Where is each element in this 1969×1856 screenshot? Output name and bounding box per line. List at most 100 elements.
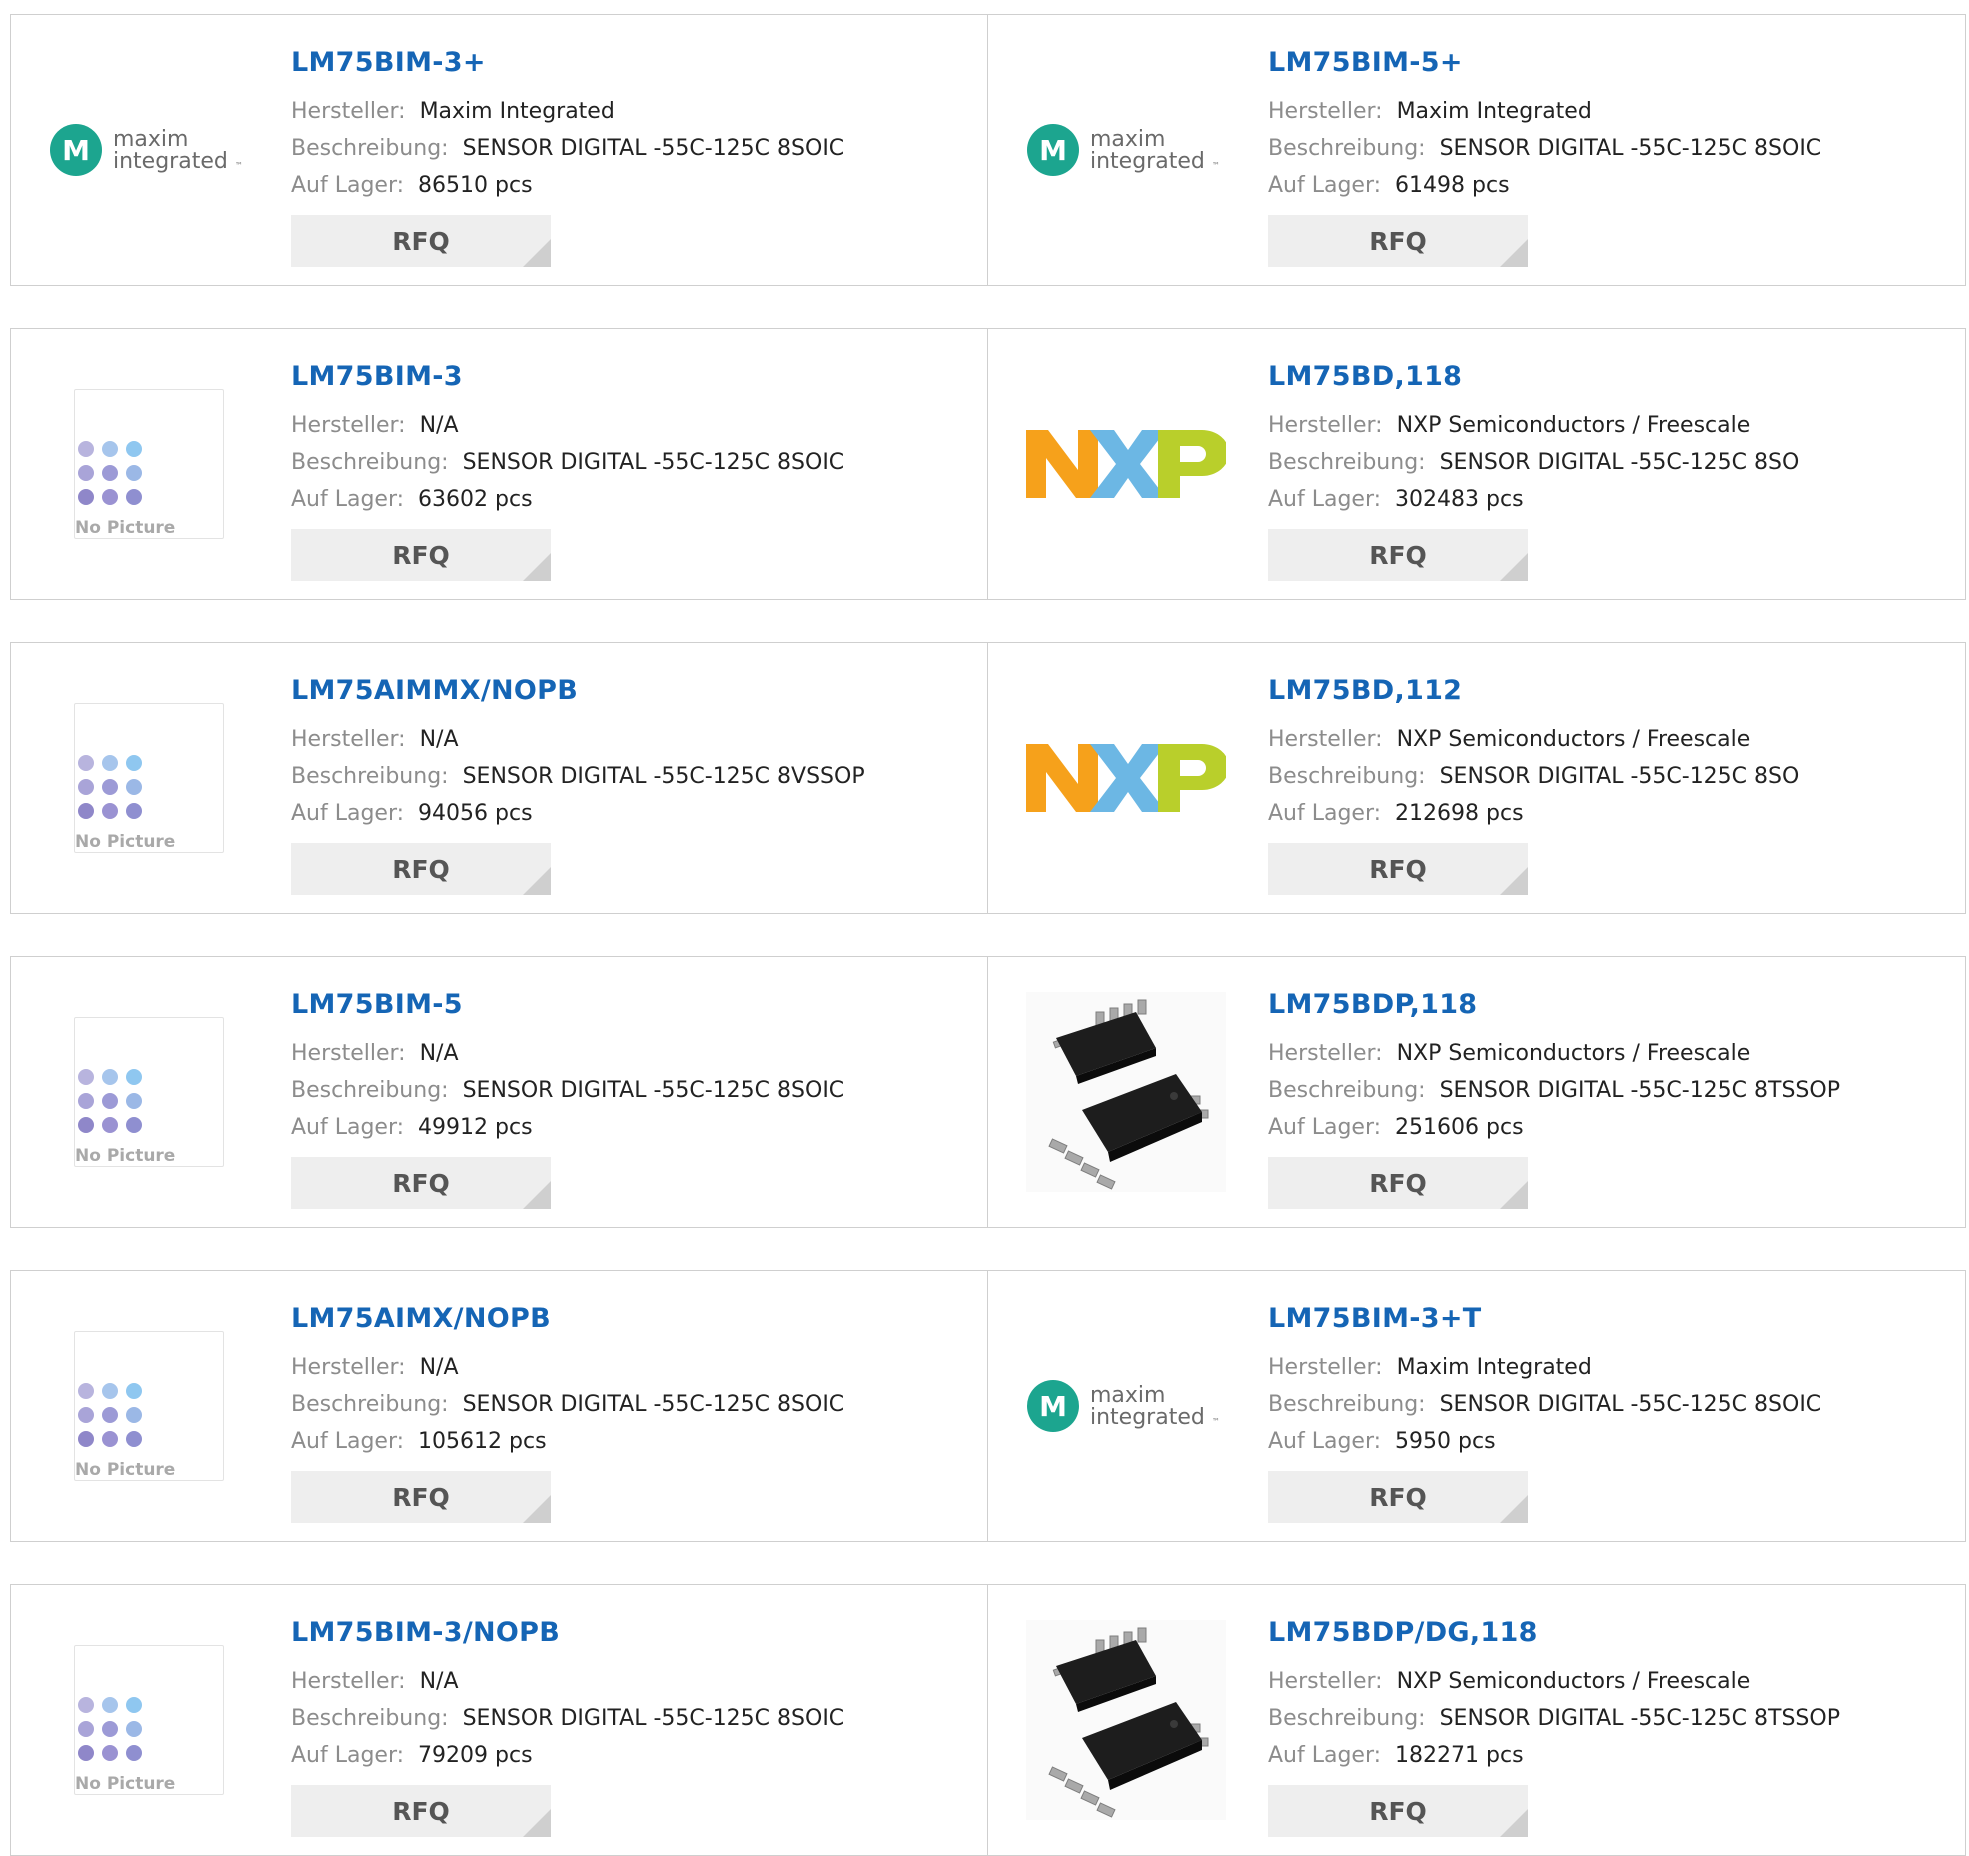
manufacturer: Hersteller: NXP Semiconductors / Freescal… <box>1268 1041 1750 1066</box>
corner-triangle-icon <box>1500 867 1528 895</box>
rfq-button[interactable]: RFQ <box>291 1471 551 1523</box>
rfq-button[interactable]: RFQ <box>1268 1471 1528 1523</box>
stock: Auf Lager: 86510 pcs <box>291 173 533 198</box>
stock-value: 63602 pcs <box>418 487 533 512</box>
corner-triangle-icon <box>1500 553 1528 581</box>
rfq-button[interactable]: RFQ <box>291 215 551 267</box>
corner-triangle-icon <box>1500 1495 1528 1523</box>
svg-text:integrated: integrated <box>1090 1405 1205 1430</box>
rfq-button[interactable]: RFQ <box>291 529 551 581</box>
description: Beschreibung: SENSOR DIGITAL -55C-125C 8S… <box>291 1392 844 1417</box>
stock-value: 105612 pcs <box>418 1429 547 1454</box>
product-row: M maxim integrated ™ LM75BIM-3+ Herstelle… <box>10 14 1966 286</box>
stock-value: 251606 pcs <box>1395 1115 1524 1140</box>
stock: Auf Lager: 61498 pcs <box>1268 173 1510 198</box>
no-picture-caption: No Picture <box>75 832 176 852</box>
corner-triangle-icon <box>1500 1181 1528 1209</box>
rfq-button[interactable]: RFQ <box>291 1785 551 1837</box>
product-row: No Picture LM75AIMX/NOPB Hersteller: N/A Be… <box>10 1270 1966 1542</box>
corner-triangle-icon <box>523 867 551 895</box>
description-value: SENSOR DIGITAL -55C-125C 8SOIC <box>1439 136 1822 161</box>
description: Beschreibung: SENSOR DIGITAL -55C-125C 8S… <box>1268 764 1799 789</box>
stock-value: 5950 pcs <box>1395 1429 1496 1454</box>
product-image <box>1026 379 1226 549</box>
rfq-button[interactable]: RFQ <box>1268 529 1528 581</box>
part-number-link[interactable]: LM75BIM-5+ <box>1268 47 1463 78</box>
stock-label: Auf Lager: <box>1268 173 1382 198</box>
part-number-link[interactable]: LM75BIM-3+ <box>291 47 486 78</box>
description-value: SENSOR DIGITAL -55C-125C 8SOIC <box>462 1392 845 1417</box>
rfq-button[interactable]: RFQ <box>1268 1157 1528 1209</box>
description-label: Beschreibung: <box>291 764 449 789</box>
corner-triangle-icon <box>1500 239 1528 267</box>
description-label: Beschreibung: <box>1268 1078 1426 1103</box>
rfq-button[interactable]: RFQ <box>1268 843 1528 895</box>
part-number-link[interactable]: LM75AIMMX/NOPB <box>291 675 578 706</box>
maxim-integrated-logo: M maxim integrated ™ <box>50 124 243 176</box>
description: Beschreibung: SENSOR DIGITAL -55C-125C 8V… <box>291 764 865 789</box>
description-value: SENSOR DIGITAL -55C-125C 8VSSOP <box>462 764 865 789</box>
stock-value: 182271 pcs <box>1395 1743 1524 1768</box>
stock-value: 49912 pcs <box>418 1115 533 1140</box>
stock-value: 212698 pcs <box>1395 801 1524 826</box>
description: Beschreibung: SENSOR DIGITAL -55C-125C 8S… <box>1268 136 1821 161</box>
product-card: LM75BD,118 Hersteller: NXP Semiconductors … <box>988 329 1964 599</box>
part-number-link[interactable]: LM75BIM-5 <box>291 989 463 1020</box>
product-row: No Picture LM75BIM-3/NOPB Hersteller: N/A B… <box>10 1584 1966 1856</box>
rfq-button-label: RFQ <box>1369 226 1427 256</box>
stock: Auf Lager: 105612 pcs <box>291 1429 547 1454</box>
corner-triangle-icon <box>523 239 551 267</box>
stock-label: Auf Lager: <box>291 1115 405 1140</box>
product-card: No Picture LM75BIM-3 Hersteller: N/A Beschr… <box>11 329 987 599</box>
part-number-link[interactable]: LM75BDP/DG,118 <box>1268 1617 1538 1648</box>
part-number-link[interactable]: LM75BIM-3 <box>291 361 463 392</box>
description: Beschreibung: SENSOR DIGITAL -55C-125C 8S… <box>291 136 844 161</box>
manufacturer-label: Hersteller: <box>1268 413 1383 438</box>
description-value: SENSOR DIGITAL -55C-125C 8SOIC <box>1439 1392 1822 1417</box>
manufacturer: Hersteller: Maxim Integrated <box>1268 99 1592 124</box>
manufacturer-value: N/A <box>419 1355 459 1380</box>
rfq-button-label: RFQ <box>392 540 450 570</box>
corner-triangle-icon <box>523 553 551 581</box>
no-picture-icon <box>78 1383 142 1447</box>
manufacturer-value: N/A <box>419 727 459 752</box>
part-number-link[interactable]: LM75AIMX/NOPB <box>291 1303 551 1334</box>
rfq-button-label: RFQ <box>1369 540 1427 570</box>
rfq-button[interactable]: RFQ <box>1268 215 1528 267</box>
product-card: LM75BD,112 Hersteller: NXP Semiconductors … <box>988 643 1964 913</box>
part-number-link[interactable]: LM75BIM-3/NOPB <box>291 1617 560 1648</box>
manufacturer-label: Hersteller: <box>291 1355 406 1380</box>
description-label: Beschreibung: <box>291 136 449 161</box>
product-row: No Picture LM75BIM-5 Hersteller: N/A Beschr… <box>10 956 1966 1228</box>
nxp-logo <box>1026 430 1226 498</box>
stock-label: Auf Lager: <box>1268 1743 1382 1768</box>
product-image: M maxim integrated ™ <box>1026 1321 1226 1491</box>
description-value: SENSOR DIGITAL -55C-125C 8SO <box>1439 450 1800 475</box>
rfq-button[interactable]: RFQ <box>291 1157 551 1209</box>
rfq-button[interactable]: RFQ <box>1268 1785 1528 1837</box>
stock: Auf Lager: 302483 pcs <box>1268 487 1524 512</box>
part-number-link[interactable]: LM75BDP,118 <box>1268 989 1477 1020</box>
stock: Auf Lager: 5950 pcs <box>1268 1429 1496 1454</box>
stock: Auf Lager: 94056 pcs <box>291 801 533 826</box>
manufacturer-label: Hersteller: <box>291 99 406 124</box>
no-picture-placeholder: No Picture <box>74 1017 224 1167</box>
description: Beschreibung: SENSOR DIGITAL -55C-125C 8S… <box>1268 1392 1821 1417</box>
part-number-link[interactable]: LM75BIM-3+T <box>1268 1303 1481 1334</box>
stock-value: 302483 pcs <box>1395 487 1524 512</box>
no-picture-caption: No Picture <box>75 1774 176 1794</box>
part-number-link[interactable]: LM75BD,118 <box>1268 361 1462 392</box>
description-value: SENSOR DIGITAL -55C-125C 8SOIC <box>462 450 845 475</box>
part-number-link[interactable]: LM75BD,112 <box>1268 675 1462 706</box>
no-picture-caption: No Picture <box>75 518 176 538</box>
product-image: No Picture <box>49 1321 249 1491</box>
product-card: No Picture LM75AIMX/NOPB Hersteller: N/A Be… <box>11 1271 987 1541</box>
manufacturer-value: Maxim Integrated <box>1396 1355 1592 1380</box>
product-card: M maxim integrated ™ LM75BIM-3+T Herstell… <box>988 1271 1964 1541</box>
no-picture-caption: No Picture <box>75 1146 176 1166</box>
description-label: Beschreibung: <box>291 1392 449 1417</box>
manufacturer-value: N/A <box>419 1669 459 1694</box>
no-picture-icon <box>78 441 142 505</box>
rfq-button[interactable]: RFQ <box>291 843 551 895</box>
description-value: SENSOR DIGITAL -55C-125C 8TSSOP <box>1439 1078 1840 1103</box>
